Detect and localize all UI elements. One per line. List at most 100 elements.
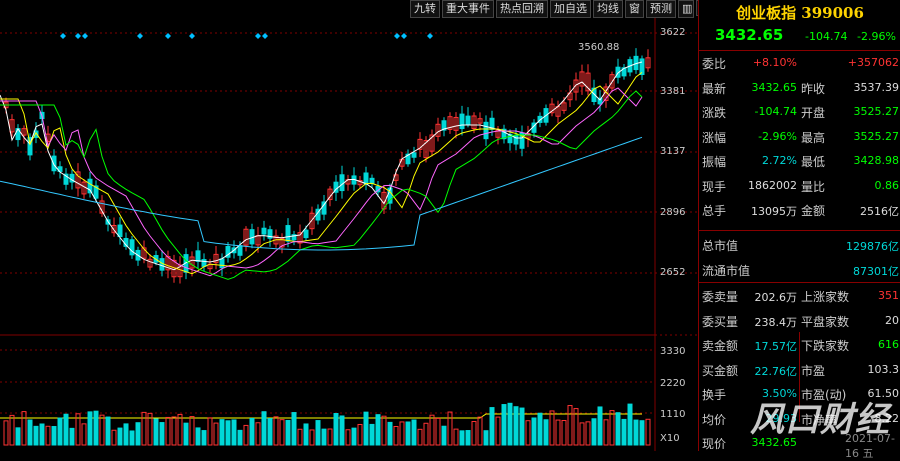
- row-value: 238.4万: [754, 315, 798, 329]
- volume-bar: [363, 411, 369, 446]
- row-value: 17.57亿: [754, 340, 798, 353]
- volume-bar: [63, 413, 69, 446]
- row-label: 涨跌: [702, 106, 727, 120]
- volume-tick: 2220: [660, 378, 685, 389]
- volume-bar: [87, 411, 93, 446]
- quote-panel: 创业板指 399006 3432.65 -104.74 -2.96% 委比 +8.…: [698, 0, 900, 451]
- candle-body: [321, 201, 327, 215]
- row-value-2: 3428.98: [853, 154, 900, 167]
- toolbar-button-forecast[interactable]: 预测: [646, 0, 676, 18]
- volume-bar: [465, 430, 471, 446]
- total-market-value-row: 总市值 129876亿: [702, 239, 899, 253]
- volume-bar: [507, 402, 513, 446]
- volume-bar: [375, 414, 381, 446]
- volume-bar: [117, 427, 123, 446]
- volume-bar: [369, 423, 375, 446]
- volume-bar: [183, 422, 189, 446]
- volume-bar: [129, 430, 135, 446]
- candle-body: [237, 245, 243, 256]
- float-market-value: 87301亿: [853, 265, 899, 278]
- volume-bar: [69, 427, 75, 446]
- candle-body: [303, 229, 309, 239]
- volume-bar: [387, 421, 393, 446]
- volume-bar: [501, 404, 507, 446]
- grid-icon[interactable]: ▥: [678, 0, 694, 18]
- volume-bar: [33, 425, 39, 446]
- row-label-2: 最低: [801, 155, 826, 169]
- row-value-2: 20: [885, 313, 899, 327]
- candle-body: [117, 224, 123, 238]
- total-market-value: 129876亿: [846, 240, 899, 253]
- row-value-2: 0.86: [874, 178, 900, 192]
- row-label-2: 开盘: [801, 106, 826, 120]
- volume-bar: [123, 423, 129, 446]
- volume-bar: [597, 406, 603, 446]
- row-label-2: 最高: [801, 130, 826, 145]
- row-value: 22.76亿: [754, 364, 798, 378]
- row-label: 卖金额: [702, 339, 739, 353]
- candle-body: [483, 121, 489, 140]
- volume-bar: [105, 416, 111, 446]
- quote-row-sell-vol: 委卖量 202.6万 上涨家数 351: [699, 285, 900, 305]
- row-label: 均价: [702, 412, 727, 427]
- row-value: -104.74: [754, 105, 797, 118]
- volume-bar: [201, 430, 207, 446]
- volume-bar: [543, 419, 549, 446]
- toolbar-button-hot-review[interactable]: 热点回溯: [496, 0, 548, 18]
- row-label: 总手: [702, 204, 727, 218]
- volume-bar: [51, 426, 57, 446]
- volume-bar: [267, 418, 273, 446]
- toolbar-button-ma[interactable]: 均线: [593, 0, 623, 18]
- peak-price-label: 3560.88: [578, 42, 619, 53]
- row-label-2: 平盘家数: [801, 314, 850, 329]
- volume-bar: [591, 418, 597, 446]
- volume-bar: [531, 417, 537, 446]
- row-label-2: 量比: [801, 179, 826, 194]
- volume-bar: [261, 411, 267, 446]
- quote-row-amplitude: 振幅 2.72% 最低 3428.98: [699, 150, 900, 170]
- volume-bar: [315, 420, 321, 446]
- row-label-2: 上涨家数: [801, 290, 850, 304]
- candle-body: [285, 225, 291, 242]
- price-tick: 2896: [660, 207, 685, 218]
- candle-body: [459, 113, 465, 130]
- volume-bar: [135, 422, 141, 446]
- float-market-value-row: 流通市值 87301亿: [702, 264, 899, 278]
- toolbar-button-window[interactable]: 窗: [625, 0, 644, 18]
- last-price: 3432.65: [715, 26, 784, 44]
- row-value-2: 3537.39: [853, 80, 900, 94]
- volume-bar: [411, 419, 417, 446]
- toolbar-button-add-watchlist[interactable]: 加自选: [550, 0, 591, 18]
- volume-bar: [621, 418, 627, 446]
- price-tick: 3381: [660, 86, 685, 97]
- volume-bar: [159, 422, 165, 446]
- quote-row-weibi: 委比 +8.10% +357062: [699, 52, 900, 72]
- volume-bar: [249, 417, 255, 446]
- row-value-2: 616: [878, 338, 899, 351]
- volume-bar: [489, 407, 495, 446]
- row-label: 委卖量: [702, 290, 739, 304]
- volume-bar: [615, 412, 621, 446]
- volume-bar: [231, 419, 237, 446]
- toolbar-button-jiuzhuan[interactable]: 九转: [410, 0, 440, 18]
- volume-bar: [291, 412, 297, 446]
- row-value: -2.96%: [758, 129, 797, 143]
- price-tick: 3622: [660, 27, 685, 38]
- volume-bar: [225, 420, 231, 446]
- volume-bar: [219, 419, 225, 446]
- row-label-2: 金额: [801, 204, 826, 218]
- kline-chart[interactable]: 3622 3381 3137 2896 2652 3330 2220 1110 X10 3560…: [0, 0, 698, 451]
- volume-bar: [285, 419, 291, 446]
- volume-bar: [237, 429, 243, 446]
- volume-bar: [27, 419, 33, 446]
- row-label: 振幅: [702, 155, 727, 169]
- volume-bar: [333, 413, 339, 446]
- row-value: 202.6万: [754, 291, 798, 304]
- candle-body: [261, 227, 267, 235]
- row-value-2: 2516亿: [860, 205, 899, 218]
- candle-body: [465, 115, 471, 125]
- volume-bar: [303, 423, 309, 446]
- row-label: 现手: [702, 179, 727, 194]
- row-label: 委比: [702, 57, 727, 71]
- toolbar-button-major-events[interactable]: 重大事件: [442, 0, 494, 18]
